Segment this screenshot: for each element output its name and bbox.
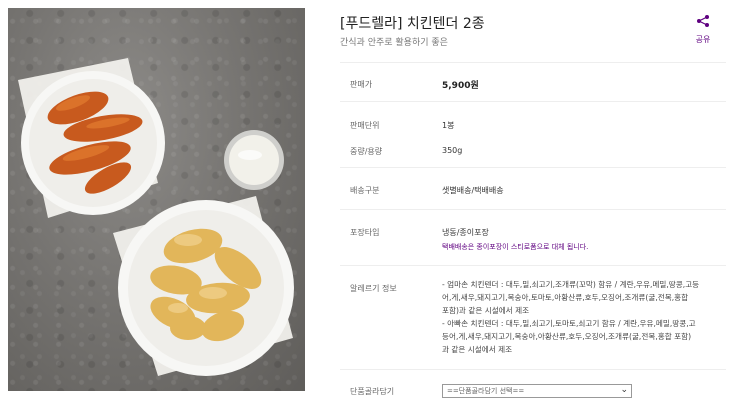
delivery-label: 배송구분 <box>350 186 380 195</box>
weight-label: 중량/용량 <box>350 147 383 156</box>
product-image <box>8 8 305 391</box>
allergy-line: - 엄마손 치킨텐더 : 대두,밀,쇠고기,조개류(꼬막) 함유 / 계란,우유… <box>442 280 700 289</box>
price-value: 5,900원 <box>442 81 479 91</box>
option-select[interactable]: ==단품골라담기 선택== ⌄ <box>442 384 632 398</box>
package-label: 포장타입 <box>350 228 380 237</box>
share-icon <box>697 15 709 27</box>
allergy-line: - 아빠손 치킨텐더 : 대두,밀,쇠고기,토마토,쇠고기 함유 / 계란,우유… <box>442 319 696 328</box>
product-subtitle: 간식과 안주로 활용하기 좋은 <box>340 38 448 48</box>
allergy-line: 과 같은 시설에서 제조 <box>442 345 513 354</box>
product-title: [푸드렐라] 치킨텐더 2종 <box>340 16 485 32</box>
delivery-row: 배송구분 샛별배송/택배배송 <box>340 168 726 210</box>
allergy-line: 포함)과 같은 시설에서 제조 <box>442 306 530 315</box>
share-button[interactable]: 공유 <box>688 13 718 45</box>
chevron-down-icon: ⌄ <box>620 385 628 395</box>
allergy-text: - 엄마손 치킨텐더 : 대두,밀,쇠고기,조개류(꼬막) 함유 / 계란,우유… <box>442 278 726 356</box>
price-label: 판매가 <box>350 80 373 89</box>
share-label: 공유 <box>695 35 711 44</box>
package-value: 냉동/종이포장 <box>442 228 489 237</box>
package-note: 택배배송은 종이포장이 스티로폼으로 대체 됩니다. <box>442 243 589 251</box>
unit-value: 1봉 <box>442 121 455 130</box>
allergy-line: 등어,게,새우,돼지고기,복숭아,아황산류,호두,오징어,조개류(굴,전복,홍합… <box>442 332 692 341</box>
unit-label: 판매단위 <box>350 121 380 130</box>
delivery-value: 샛별배송/택배배송 <box>442 186 504 195</box>
weight-value: 350g <box>442 146 463 155</box>
select-row: 단품골라담기 ==단품골라담기 선택== ⌄ <box>340 370 726 403</box>
package-row: 포장타입 냉동/종이포장 택배배송은 종이포장이 스티로폼으로 대체 됩니다. <box>340 210 726 266</box>
select-label: 단품골라담기 <box>350 387 395 396</box>
allergy-label: 알레르기 정보 <box>350 284 397 293</box>
price-row: 판매가 5,900원 <box>340 62 726 102</box>
allergy-line: 어,게,새우,돼지고기,복숭아,토마토,아황산류,호두,오징어,조개류(굴,전복… <box>442 293 689 302</box>
option-select-value: ==단품골라담기 선택== <box>447 387 525 395</box>
allergy-row: 알레르기 정보 - 엄마손 치킨텐더 : 대두,밀,쇠고기,조개류(꼬막) 함유… <box>340 266 726 370</box>
product-info: [푸드렐라] 치킨텐더 2종 간식과 안주로 활용하기 좋은 공유 판매가 5,… <box>340 0 730 403</box>
unit-row: 판매단위 1봉 중량/용량 350g <box>340 102 726 168</box>
